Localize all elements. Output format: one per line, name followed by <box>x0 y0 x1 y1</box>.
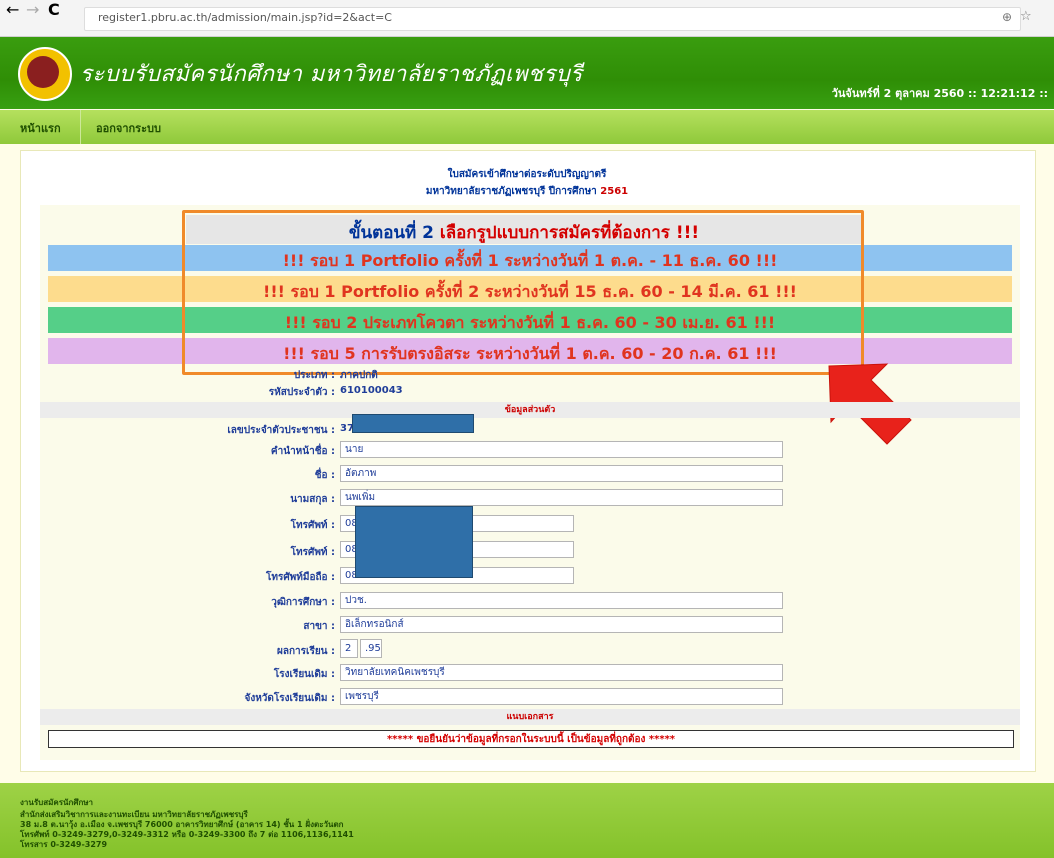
citizen-label: เลขประจำตัวประชาชน : <box>227 425 335 436</box>
back-icon[interactable]: ← <box>6 0 19 19</box>
section-documents: แนบเอกสาร <box>40 709 1020 725</box>
gpa-integer-field[interactable]: 2 <box>340 639 358 658</box>
prefix-label: คำนำหน้าชื่อ : <box>270 446 335 457</box>
logo-emblem-icon <box>27 56 59 88</box>
url-text[interactable]: register1.pbru.ac.th/admission/main.jsp?… <box>98 11 392 24</box>
degree-label: วุฒิการศึกษา : <box>271 597 335 608</box>
document-title: ใบสมัครเข้าศึกษาต่อระดับปริญญาตรี <box>447 169 607 180</box>
menu-logout[interactable]: ออกจากระบบ <box>96 119 161 137</box>
phone1-label: โทรศัพท์ : <box>290 520 335 531</box>
lastname-field[interactable]: นพเพิ่ม <box>340 489 783 506</box>
school-label: โรงเรียนเดิม : <box>273 669 335 680</box>
id-label: รหัสประจำตัว : <box>268 387 335 398</box>
gpa-label: ผลการเรียน : <box>277 646 335 657</box>
current-datetime: วันจันทร์ที่ 2 ตุลาคม 2560 :: 12:21:12 :… <box>831 87 1048 100</box>
menu-home[interactable]: หน้าแรก <box>20 119 61 137</box>
gpa-decimal-field[interactable]: .95 <box>360 639 382 658</box>
star-icon[interactable]: ☆ <box>1020 9 1032 24</box>
school-field[interactable]: วิทยาลัยเทคนิคเพชรบุรี <box>340 664 783 681</box>
province-label: จังหวัดโรงเรียนเดิม : <box>244 693 335 704</box>
reload-icon[interactable]: C <box>48 0 60 19</box>
confirm-statement: ***** ขอยืนยันว่าข้อมูลที่กรอกในระบบนี้ … <box>48 730 1014 748</box>
site-title: ระบบรับสมัครนักศึกษา มหาวิทยาลัยราชภัฏเพ… <box>80 62 583 87</box>
document-subtitle-text: มหาวิทยาลัยราชภัฏเพชรบุรี ปีการศึกษา <box>425 186 597 197</box>
footer-line: โทรสาร 0-3249-3279 <box>20 840 108 849</box>
document-subtitle: มหาวิทยาลัยราชภัฏเพชรบุรี ปีการศึกษา 256… <box>20 184 1034 199</box>
forward-icon[interactable]: → <box>26 0 39 19</box>
mobile-label: โทรศัพท์มือถือ : <box>265 572 335 583</box>
province-field[interactable]: เพชรบุรี <box>340 688 783 705</box>
firstname-label: ชื่อ : <box>314 470 335 481</box>
id-value: 610100043 <box>340 385 403 396</box>
lastname-label: นามสกุล : <box>290 494 335 505</box>
redaction-mask <box>355 506 473 578</box>
document-year: 2561 <box>600 186 629 197</box>
type-value: ภาคปกติ <box>340 370 378 381</box>
firstname-field[interactable]: อัตภาพ <box>340 465 783 482</box>
degree-field[interactable]: ปวช. <box>340 592 783 609</box>
zoom-icon[interactable]: ⊕ <box>1002 10 1012 24</box>
redaction-mask <box>352 414 474 433</box>
highlight-box <box>182 210 864 375</box>
type-label: ประเภท : <box>293 370 335 381</box>
section-personal: ข้อมูลส่วนตัว <box>40 402 1020 418</box>
major-label: สาขา : <box>303 621 335 632</box>
phone2-label: โทรศัพท์ : <box>290 547 335 558</box>
menu-divider <box>80 110 81 144</box>
prefix-field[interactable]: นาย <box>340 441 783 458</box>
major-field[interactable]: อิเล็กทรอนิกส์ <box>340 616 783 633</box>
